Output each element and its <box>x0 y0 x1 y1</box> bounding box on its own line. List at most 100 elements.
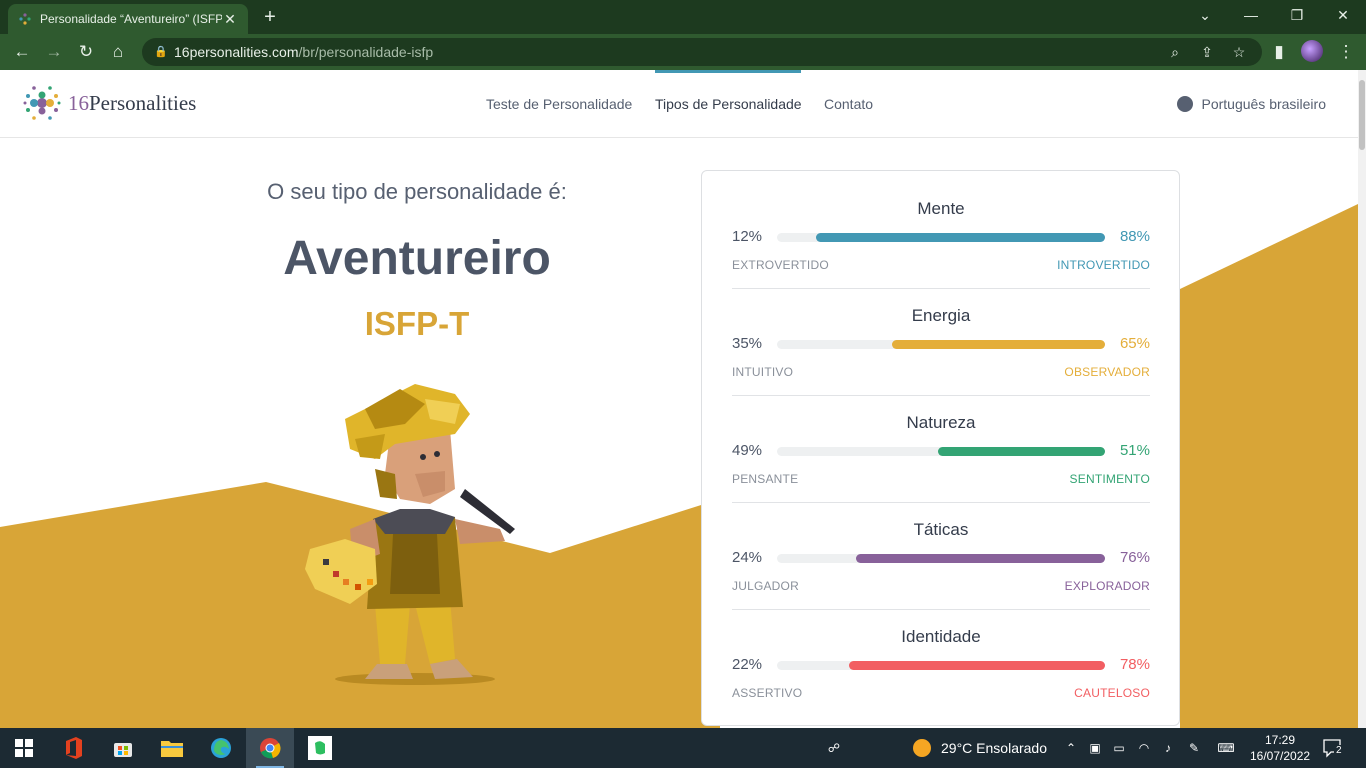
volume-icon[interactable]: ♪ <box>1160 740 1176 756</box>
trait-bar-fill <box>891 340 1105 349</box>
start-button[interactable] <box>0 728 48 768</box>
store-icon <box>114 743 132 757</box>
nav-personality-types[interactable]: Tipos de Personalidade <box>655 70 802 138</box>
windows-logo-icon <box>15 739 33 757</box>
language-label: Português brasileiro <box>1201 96 1326 112</box>
back-arrow-icon[interactable]: ← <box>8 38 36 66</box>
trait-row-nature[interactable]: Natureza 49% 51% PENSANTE SENTIMENTO <box>732 385 1150 503</box>
chrome-icon <box>260 738 281 759</box>
url-host: 16personalities.com <box>174 44 299 60</box>
trait-bar <box>777 661 1105 670</box>
tray-chevron-up-icon[interactable]: ⌃ <box>1063 740 1079 756</box>
trait-title: Táticas <box>913 520 969 539</box>
browser-tab-strip: Personalidade “Aventureiro” (ISFP ✕ + ⌄ … <box>0 0 1366 34</box>
trait-bar-fill <box>855 554 1105 563</box>
trait-row-tactics[interactable]: Táticas 24% 76% JULGADOR EXPLORADOR <box>732 492 1150 610</box>
clock-date: 16/07/2022 <box>1250 749 1311 763</box>
nav-personality-test[interactable]: Teste de Personalidade <box>486 70 632 138</box>
wifi-icon[interactable]: ◠ <box>1136 740 1152 756</box>
forward-arrow-icon[interactable]: → <box>40 38 68 66</box>
zoom-search-icon[interactable]: ⌕ <box>1162 38 1188 66</box>
trait-left-name: INTUITIVO <box>732 365 794 379</box>
trait-title: Mente <box>917 199 965 218</box>
address-bar[interactable]: 🔒 16personalities.com/br/personalidade-i… <box>142 38 1262 66</box>
trait-right-name: OBSERVADOR <box>1064 365 1150 379</box>
trait-right-percent: 76% <box>1119 549 1150 566</box>
result-section: O seu tipo de personalidade é: Aventurei… <box>0 139 1358 728</box>
site-favicon-icon <box>18 12 32 26</box>
page-scrollbar[interactable] <box>1358 70 1366 728</box>
trait-right-name: CAUTELOSO <box>1074 686 1150 700</box>
profile-avatar[interactable] <box>1301 40 1323 62</box>
nav-contact[interactable]: Contato <box>824 70 873 138</box>
language-selector[interactable]: Português brasileiro <box>1177 70 1326 138</box>
trait-title: Natureza <box>906 413 976 432</box>
close-tab-icon[interactable]: ✕ <box>222 11 238 28</box>
trait-left-percent: 35% <box>732 335 763 352</box>
notification-count: 2 <box>1334 745 1344 756</box>
weather-text[interactable]: 29°C Ensolarado <box>941 728 1047 768</box>
trait-bar <box>777 340 1105 349</box>
browser-menu-icon[interactable]: ⋮ <box>1332 38 1360 66</box>
trait-left-percent: 24% <box>732 549 763 566</box>
side-panel-icon[interactable]: ▮ <box>1265 38 1293 66</box>
office-app-button[interactable] <box>50 728 98 768</box>
weather-sun-icon[interactable] <box>913 739 931 757</box>
url-path: /br/personalidade-isfp <box>298 44 434 60</box>
share-icon[interactable]: ⇪ <box>1194 38 1220 66</box>
trait-left-percent: 22% <box>732 656 763 673</box>
edge-icon <box>211 738 231 758</box>
edge-app-button[interactable] <box>197 728 245 768</box>
trait-right-name: SENTIMENTO <box>1069 472 1150 486</box>
trait-right-name: INTROVERTIDO <box>1057 258 1150 272</box>
people-icon[interactable]: ☍ <box>826 740 842 756</box>
trait-row-identity[interactable]: Identidade 22% 78% ASSERTIVO CAUTELOSO <box>732 599 1150 706</box>
trait-right-percent: 88% <box>1119 228 1150 245</box>
home-icon[interactable]: ⌂ <box>104 38 132 66</box>
tab-search-chevron-icon[interactable]: ⌄ <box>1182 0 1228 30</box>
clock-time: 17:29 <box>1264 733 1296 747</box>
file-explorer-button[interactable] <box>148 728 196 768</box>
trait-title: Energia <box>911 306 971 325</box>
site-logo[interactable]: 16Personalities <box>22 83 196 123</box>
folder-icon <box>161 741 183 757</box>
site-header: 16Personalities Teste de Personalidade T… <box>0 70 1358 138</box>
trait-right-percent: 51% <box>1119 442 1150 459</box>
lock-icon: 🔒 <box>154 46 168 58</box>
store-app-button[interactable] <box>99 728 147 768</box>
browser-tab[interactable]: Personalidade “Aventureiro” (ISFP ✕ <box>8 4 248 34</box>
traits-card: Mente 12% 88% EXTROVERTIDO INTROVERTIDO … <box>701 170 1180 726</box>
trait-right-percent: 65% <box>1119 335 1150 352</box>
trait-title: Identidade <box>901 627 981 646</box>
logo-text: 16Personalities <box>68 90 197 115</box>
adventurer-illustration <box>305 384 515 685</box>
logo-dots-icon <box>23 86 61 120</box>
restore-button[interactable]: ❐ <box>1274 0 1320 30</box>
windows-taskbar: ☍ 29°C Ensolarado ⌃ ▣ ▭ ◠ ♪ ✎ ⌨ 17:29 16… <box>0 728 1366 768</box>
bookmark-star-icon[interactable]: ☆ <box>1226 38 1252 66</box>
trait-row-mind[interactable]: Mente 12% 88% EXTROVERTIDO INTROVERTIDO <box>732 171 1150 289</box>
new-tab-button[interactable]: + <box>258 4 282 30</box>
keyboard-icon[interactable]: ⌨ <box>1214 740 1238 756</box>
globe-icon <box>1177 96 1194 112</box>
reload-icon[interactable]: ↻ <box>72 38 100 66</box>
office-icon <box>66 737 82 759</box>
evernote-app-button[interactable] <box>296 728 344 768</box>
trait-bar <box>777 447 1105 456</box>
pen-icon[interactable]: ✎ <box>1186 740 1202 756</box>
battery-icon[interactable]: ▭ <box>1111 740 1127 756</box>
trait-right-name: EXPLORADOR <box>1064 579 1150 593</box>
trait-bar-fill <box>816 233 1105 242</box>
trait-row-energy[interactable]: Energia 35% 65% INTUITIVO OBSERVADOR <box>732 278 1150 396</box>
chrome-app-button[interactable] <box>246 728 294 768</box>
trait-bar <box>777 554 1105 563</box>
minimize-button[interactable]: — <box>1228 0 1274 30</box>
close-window-button[interactable]: ✕ <box>1320 0 1366 30</box>
scrollbar-thumb[interactable] <box>1359 80 1365 150</box>
tray-app-icon[interactable]: ▣ <box>1087 740 1103 756</box>
system-clock[interactable]: 17:29 16/07/2022 <box>1250 732 1310 764</box>
evernote-icon <box>308 736 332 760</box>
trait-bar-fill <box>937 447 1105 456</box>
trait-left-percent: 12% <box>732 228 763 245</box>
notification-center-button[interactable]: 2 <box>1323 738 1344 758</box>
